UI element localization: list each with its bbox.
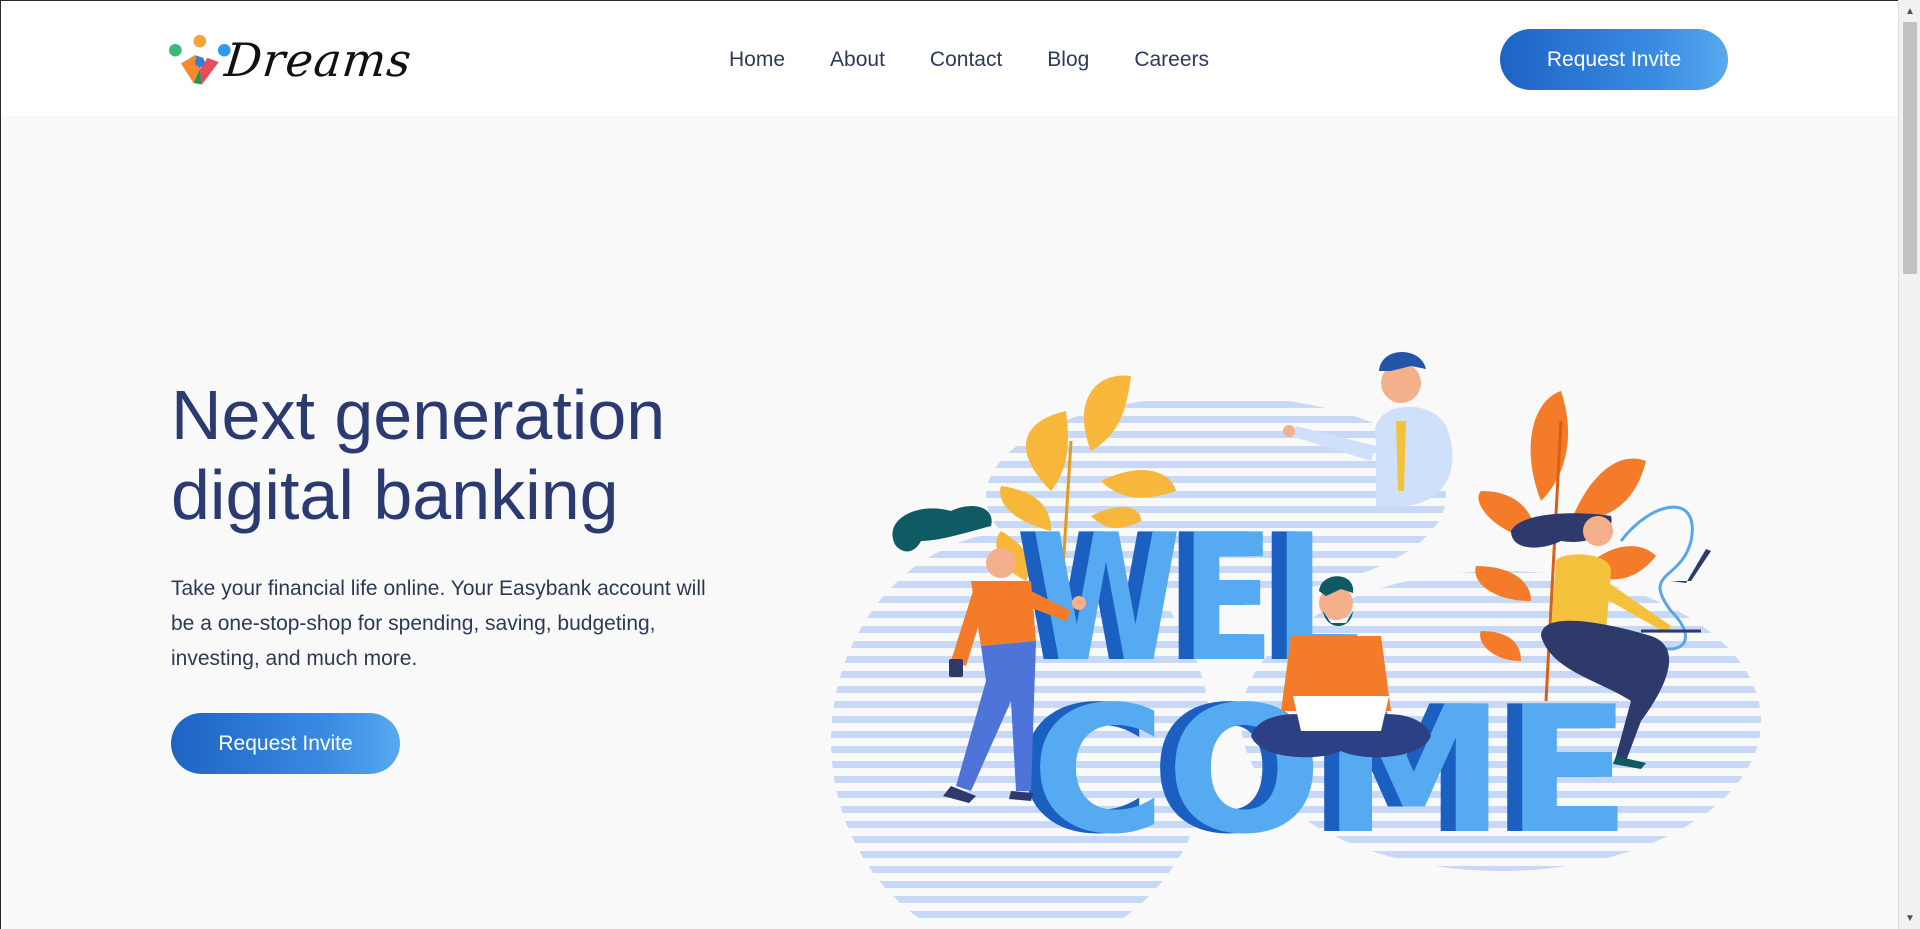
nav-contact[interactable]: Contact [930, 45, 1002, 75]
scroll-down-arrow-icon[interactable]: ▼ [1899, 909, 1920, 927]
nav-blog[interactable]: Blog [1047, 45, 1089, 75]
hero-request-invite-button[interactable]: Request Invite [171, 713, 400, 774]
hero-title-line-1: Next generation [171, 376, 666, 454]
main-nav: Home About Contact Blog Careers [729, 45, 1254, 75]
brand-name: Dreams [222, 33, 415, 87]
scroll-up-arrow-icon[interactable]: ▲ [1899, 2, 1920, 20]
page-viewport: Dreams Home About Contact Blog Careers R… [0, 0, 1898, 929]
nav-about[interactable]: About [830, 45, 885, 75]
hero-description: Take your financial life online. Your Ea… [171, 577, 706, 670]
hero-title-line-2: digital banking [171, 456, 619, 534]
welcome-illustration: WEL WEL COME COME [831, 351, 1761, 921]
hero-title: Next generation digital banking [171, 375, 771, 535]
nav-home[interactable]: Home [729, 45, 785, 75]
scrollbar-thumb[interactable] [1903, 22, 1917, 274]
header-request-invite-button[interactable]: Request Invite [1500, 29, 1728, 90]
vertical-scrollbar[interactable]: ▲ ▼ [1898, 0, 1920, 929]
nav-careers[interactable]: Careers [1134, 45, 1209, 75]
brand-logo[interactable]: Dreams [167, 23, 415, 97]
site-header: Dreams Home About Contact Blog Careers R… [1, 1, 1898, 116]
